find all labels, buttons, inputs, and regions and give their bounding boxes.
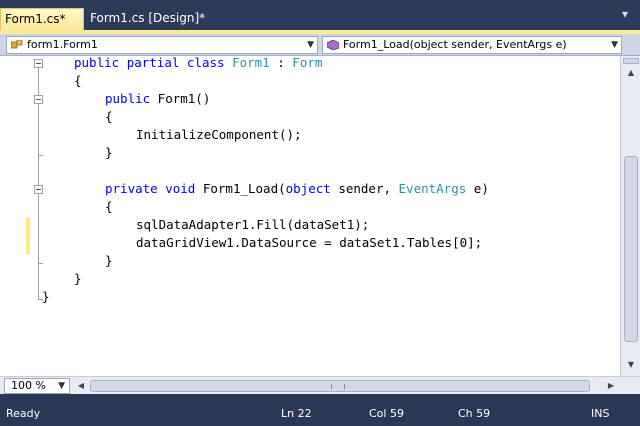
navigation-bar: form1.Form1 ▼ Form1_Load(object sender, … [0, 34, 640, 56]
tab-list-dropdown-icon[interactable] [622, 9, 632, 19]
kw-public: public [74, 55, 120, 70]
collapse-icon[interactable] [34, 59, 43, 68]
type-eventargs: EventArgs [398, 181, 467, 196]
code-line: { [105, 109, 113, 124]
code-editor[interactable]: public partial class Form1 : Form { publ… [0, 55, 620, 376]
code-line: dataGridView1.DataSource = dataSet1.Tabl… [136, 235, 483, 250]
outline-end [38, 263, 43, 264]
vertical-scroll-thumb[interactable] [624, 156, 638, 342]
scroll-right-icon[interactable]: ▶ [604, 378, 618, 394]
code-line: sqlDataAdapter1.Fill(dataSet1); [136, 217, 370, 232]
code-line: public partial class Form1 : Form [74, 55, 323, 70]
type-form1: Form1 [232, 55, 270, 70]
vertical-scrollbar[interactable]: ▲ ▼ [620, 56, 640, 376]
document-tab-strip: Form1.cs* Form1.cs [Design]* [0, 0, 640, 30]
chevron-down-icon[interactable]: ▼ [611, 37, 618, 53]
collapse-icon[interactable] [34, 95, 43, 104]
kw-void: void [165, 181, 196, 196]
editor-bottom-bar: 100 % ▼ ◀ ▶ [0, 376, 640, 394]
member-selector-dropdown[interactable]: Form1_Load(object sender, EventArgs e) ▼ [322, 36, 622, 54]
code-line: private void Form1_Load(object sender, E… [105, 181, 489, 196]
status-bar: Ready Ln 22 Col 59 Ch 59 INS [0, 400, 640, 426]
scroll-left-icon[interactable]: ◀ [74, 378, 88, 394]
code-line: } [105, 145, 113, 160]
scroll-grip-icon [331, 384, 345, 389]
class-icon [11, 40, 23, 49]
code-line: public Form1() [105, 91, 211, 106]
type-selector-dropdown[interactable]: form1.Form1 ▼ [6, 36, 318, 54]
kw-private: private [105, 181, 158, 196]
tab-label: Form1.cs* [5, 12, 66, 26]
scroll-down-icon[interactable]: ▼ [623, 358, 639, 372]
code-line: } [105, 253, 113, 268]
kw-partial: partial [126, 55, 180, 70]
zoom-dropdown[interactable]: 100 % ▼ [4, 378, 70, 394]
kw-object: object [285, 181, 331, 196]
scroll-up-icon[interactable]: ▲ [623, 66, 639, 80]
kw-class: class [186, 55, 225, 70]
type-selector-label: form1.Form1 [27, 38, 98, 51]
type-form: Form [292, 55, 323, 70]
collapse-icon[interactable] [34, 185, 43, 194]
member-selector-label: Form1_Load(object sender, EventArgs e) [343, 38, 567, 51]
changed-lines-marker [26, 218, 30, 254]
code-line: { [74, 73, 82, 88]
horizontal-scroll-thumb[interactable] [90, 380, 590, 392]
status-column: Col 59 [369, 407, 404, 420]
code-line: } [74, 271, 82, 286]
kw-public: public [105, 91, 151, 106]
zoom-value: 100 % [11, 379, 46, 392]
status-ready: Ready [6, 407, 41, 420]
tab-label: Form1.cs [Design]* [90, 11, 206, 25]
status-insert-mode: INS [591, 407, 610, 420]
tab-form1-design[interactable]: Form1.cs [Design]* [86, 8, 205, 30]
editor-splitter-handle[interactable] [623, 58, 639, 64]
outline-end [38, 155, 43, 156]
chevron-down-icon[interactable]: ▼ [307, 37, 314, 53]
horizontal-scrollbar[interactable]: ◀ ▶ [74, 378, 618, 394]
code-line: } [42, 289, 50, 304]
code-line: InitializeComponent(); [136, 127, 302, 142]
tab-form1-cs[interactable]: Form1.cs* [0, 8, 84, 30]
code-line: { [105, 199, 113, 214]
status-line: Ln 22 [281, 407, 312, 420]
chevron-down-icon[interactable]: ▼ [58, 379, 65, 393]
editor-gutter [0, 56, 30, 376]
status-char: Ch 59 [458, 407, 491, 420]
method-icon [327, 40, 339, 50]
